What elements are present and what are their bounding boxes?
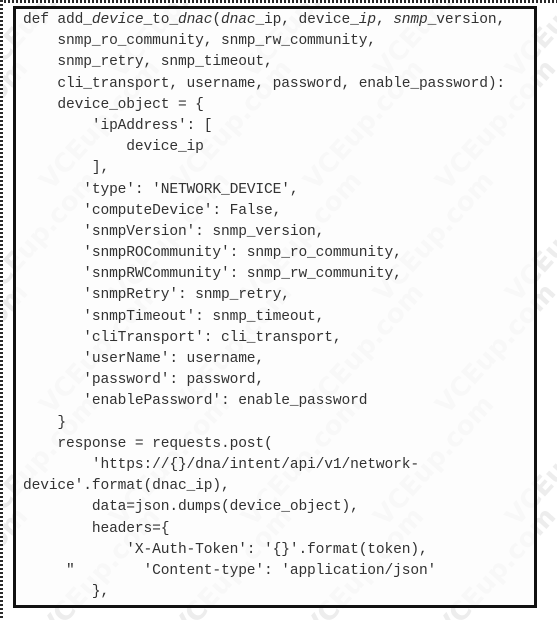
code-block-container: def add_device_to_dnac(dnac_ip, device_i… <box>13 6 537 608</box>
code-line: }, <box>23 584 110 601</box>
code-line: device'.format(dnac_ip), <box>23 478 230 495</box>
code-line: 'enablePassword': enable_password <box>23 393 368 410</box>
code-line: 'password': password, <box>23 372 265 389</box>
watermark-text: VCEup.com <box>500 614 557 620</box>
code-line: 'snmpRetry': snmp_retry, <box>23 287 290 304</box>
code-line: 'cliTransport': cli_transport, <box>23 329 342 346</box>
code-line: response = requests.post( <box>23 435 273 452</box>
code-line: 'ipAddress': [ <box>23 117 213 134</box>
code-token-italic: dnac <box>221 12 256 28</box>
watermark-text: VCEup.com <box>236 614 368 620</box>
code-line: 'computeDevice': False, <box>23 202 282 219</box>
code-token: _version, <box>427 12 506 28</box>
code-token: def add_ <box>23 12 92 28</box>
code-token: , <box>375 12 394 28</box>
code-line: 'https://{}/dna/intent/api/v1/network- <box>23 456 419 473</box>
code-line: 'snmpVersion': snmp_version, <box>23 223 325 240</box>
code-line: cli_transport, username, password, enabl… <box>23 75 506 92</box>
code-line: 'X-Auth-Token': '{}'.format(token), <box>23 541 428 558</box>
watermark-text: VCEup.com <box>368 614 500 620</box>
dotted-border-left <box>0 0 3 620</box>
code-line: 'snmpROCommunity': snmp_ro_community, <box>23 245 402 262</box>
watermark-text: VCEup.com <box>0 614 104 620</box>
code-line: device_object = { <box>23 96 204 113</box>
code-line: " 'Content-type': 'application/json' <box>23 562 437 579</box>
code-line: } <box>23 414 67 431</box>
code-line: 'type': 'NETWORK_DEVICE', <box>23 181 299 198</box>
code-token-italic: ip <box>358 12 376 28</box>
code-token-italic: snmp <box>393 12 428 28</box>
code-token: ( <box>212 12 222 28</box>
code-line: def add_device_to_dnac(dnac_ip, device_i… <box>16 10 534 31</box>
code-line: 'snmpRWCommunity': snmp_rw_community, <box>23 266 402 283</box>
code-line: 'snmpTimeout': snmp_timeout, <box>23 308 325 325</box>
code-line: ], <box>23 160 110 177</box>
code-line: data=json.dumps(device_object), <box>23 499 359 516</box>
watermark-text: VCEup.com <box>104 614 236 620</box>
code-token: _to_ <box>143 12 179 28</box>
code-line: snmp_retry, snmp_timeout, <box>23 54 273 71</box>
code-line: snmp_ro_community, snmp_rw_community, <box>23 33 376 50</box>
dotted-border-top <box>0 0 557 3</box>
code-line: device_ip <box>23 139 204 156</box>
screenshot-page: VCEup.comVCEup.comVCEup.comVCEup.comVCEu… <box>0 0 557 620</box>
code-token: _ip, device_ <box>255 12 359 28</box>
code-line: headers={ <box>23 520 170 537</box>
code-listing: def add_device_to_dnac(dnac_ip, device_i… <box>16 10 534 605</box>
code-line: 'userName': username, <box>23 351 265 367</box>
code-token-italic: device <box>91 12 144 28</box>
code-token-italic: dnac <box>177 12 213 28</box>
code-line: verify=False <box>16 603 534 605</box>
